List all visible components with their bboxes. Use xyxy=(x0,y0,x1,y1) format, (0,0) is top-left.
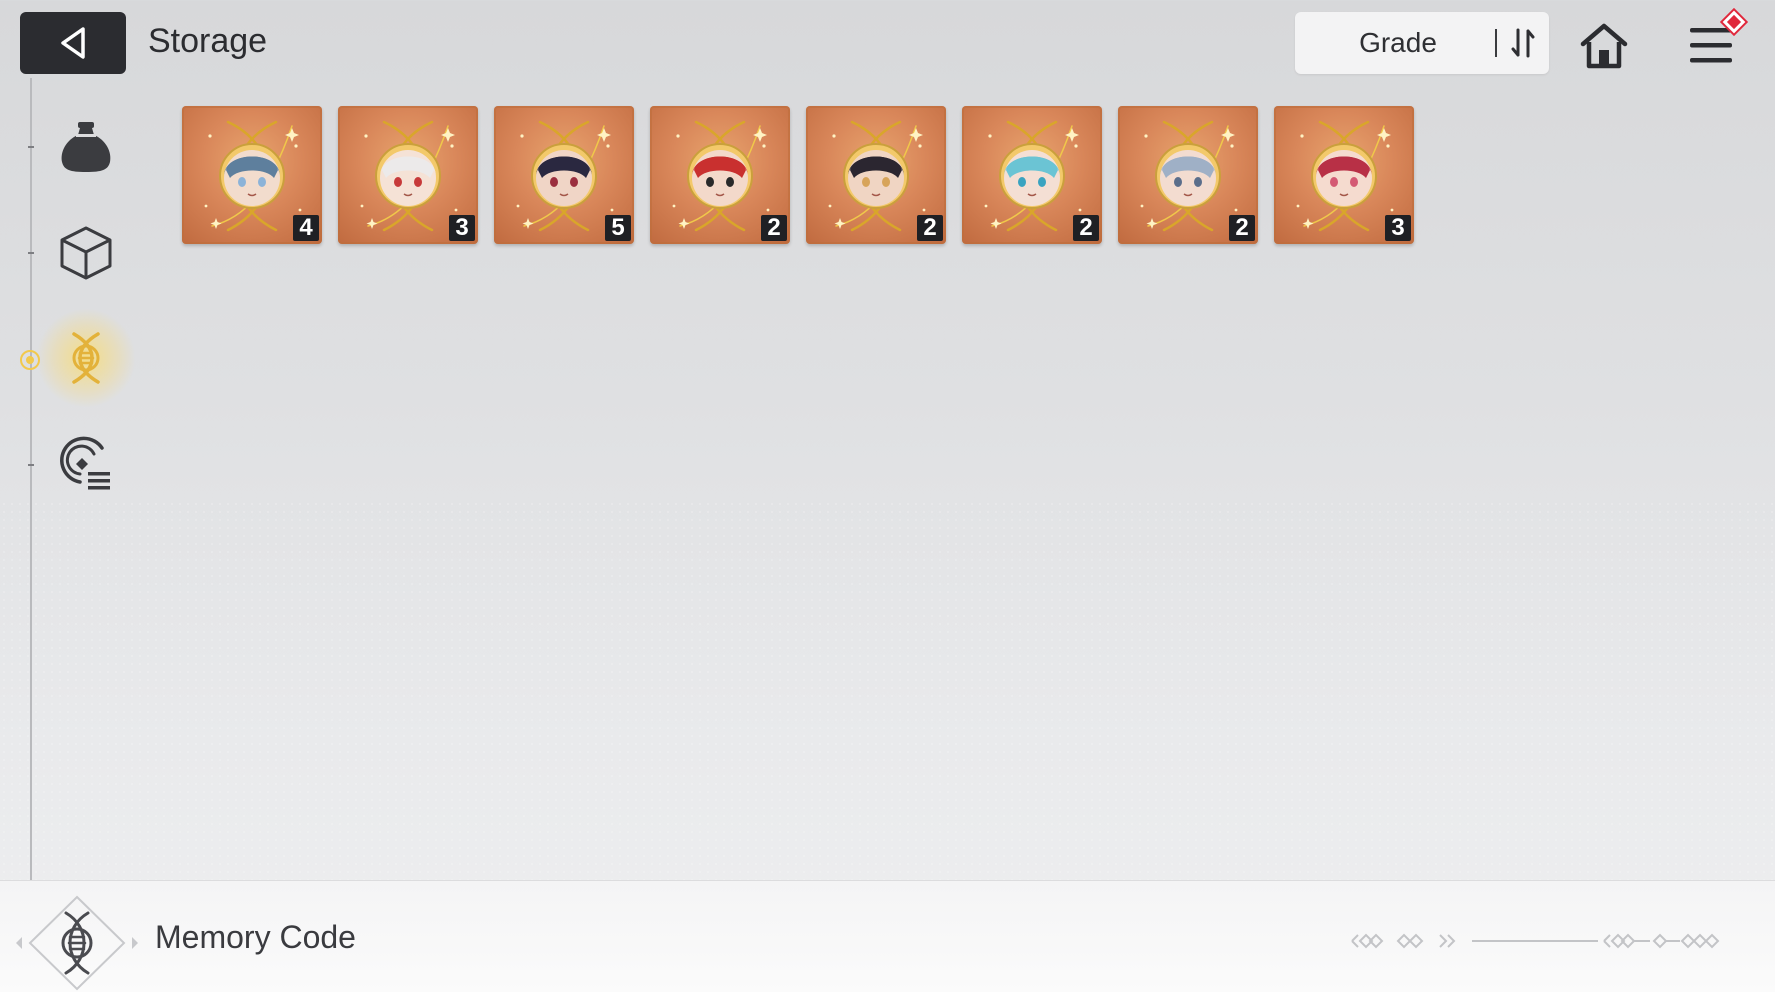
decorative-pattern-icon xyxy=(1351,933,1720,949)
rail-tick xyxy=(28,146,34,148)
section-label: Memory Code xyxy=(155,919,356,955)
item-count-badge: 3 xyxy=(449,215,475,241)
sort-dropdown[interactable]: Grade xyxy=(1295,12,1549,74)
item-grid: 4 3 5 2 2 2 2 3 xyxy=(182,106,1414,244)
memory-code-item[interactable]: 4 xyxy=(182,106,322,244)
memory-code-item[interactable]: 2 xyxy=(650,106,790,244)
home-icon xyxy=(1580,23,1628,69)
memory-code-item[interactable]: 3 xyxy=(338,106,478,244)
sort-divider xyxy=(1495,29,1497,57)
sidebar-item-memory-code[interactable] xyxy=(36,308,136,408)
back-arrow-icon xyxy=(61,27,85,59)
notification-badge-icon xyxy=(1720,8,1748,36)
item-count-badge: 2 xyxy=(1229,215,1255,241)
sort-order-button[interactable] xyxy=(1503,24,1543,62)
item-count-badge: 3 xyxy=(1385,215,1411,241)
sidebar-item-pouch[interactable] xyxy=(56,116,116,176)
memory-code-item[interactable]: 2 xyxy=(962,106,1102,244)
pouch-icon xyxy=(61,122,111,172)
page-title: Storage xyxy=(148,22,268,60)
item-count-badge: 2 xyxy=(761,215,787,241)
memory-code-item[interactable]: 2 xyxy=(806,106,946,244)
disc-list-icon xyxy=(60,436,110,490)
memory-code-item[interactable]: 2 xyxy=(1118,106,1258,244)
background-pattern xyxy=(0,500,1775,880)
memory-code-item[interactable]: 5 xyxy=(494,106,634,244)
item-count-badge: 2 xyxy=(1073,215,1099,241)
item-count-badge: 4 xyxy=(293,215,319,241)
memory-code-item[interactable]: 3 xyxy=(1274,106,1414,244)
sort-order-icon xyxy=(1511,28,1535,58)
section-footer: Memory Code xyxy=(0,880,1775,992)
home-button[interactable] xyxy=(1578,20,1630,72)
sidebar-item-disc-list[interactable] xyxy=(56,434,116,494)
sidebar-item-cube[interactable] xyxy=(56,222,116,282)
sort-label: Grade xyxy=(1359,27,1437,58)
dna-icon xyxy=(72,332,100,384)
memory-code-emblem-icon xyxy=(16,895,138,991)
item-count-badge: 5 xyxy=(605,215,631,241)
rail-tick xyxy=(28,464,34,466)
back-button[interactable] xyxy=(20,12,126,74)
cube-icon xyxy=(60,226,112,280)
item-count-badge: 2 xyxy=(917,215,943,241)
rail-tick xyxy=(28,252,34,254)
sidebar-rail xyxy=(30,78,32,880)
